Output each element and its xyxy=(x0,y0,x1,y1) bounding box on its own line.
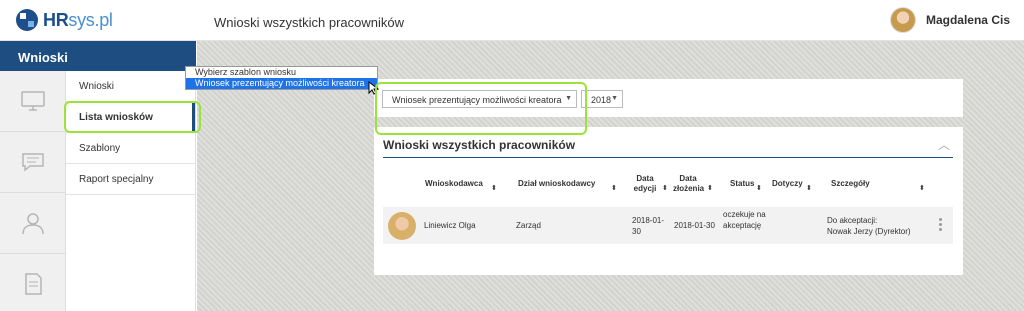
col-edit-date[interactable]: Data edycji xyxy=(632,174,658,194)
col-concerns[interactable]: Dotyczy xyxy=(772,179,803,189)
details-line-1: Do akceptacji: xyxy=(827,216,878,225)
col-created-date[interactable]: Data złożenia xyxy=(673,174,704,194)
sort-icon[interactable]: ⬍ xyxy=(662,184,668,192)
user-menu[interactable]: Magdalena Cis xyxy=(889,7,1010,33)
cell-department: Zarząd xyxy=(516,221,541,230)
card-title: Wnioski wszystkich pracowników xyxy=(383,138,576,152)
col-applicant[interactable]: Wnioskodawca xyxy=(425,179,483,189)
cell-applicant: Liniewicz Olga xyxy=(424,221,476,230)
cell-created-date: 2018-01-30 xyxy=(674,221,715,230)
highlight-box xyxy=(375,82,587,135)
logo-icon xyxy=(16,9,38,31)
col-details[interactable]: Szczegóły xyxy=(831,179,870,189)
chat-icon xyxy=(22,153,44,172)
dropdown-option-selected[interactable]: Wniosek prezentujący możliwości kreatora xyxy=(186,78,377,89)
details-line-2: Nowak Jerzy (Dyrektor) xyxy=(827,227,911,236)
sort-icon[interactable]: ⬍ xyxy=(491,184,497,192)
table-row[interactable]: Liniewicz Olga Zarząd 2018-01-30 2018-01… xyxy=(383,207,953,244)
user-icon xyxy=(22,213,44,235)
year-select[interactable]: 2018 ▼ xyxy=(581,90,623,108)
sort-icon[interactable]: ⬍ xyxy=(707,184,713,192)
top-bar: HRsys.pl Wnioski wszystkich pracowników … xyxy=(0,0,1024,41)
module-chat[interactable] xyxy=(0,132,66,193)
menu-item-szablony[interactable]: Szablony xyxy=(66,133,195,164)
template-dropdown-list: Wybierz szablon wniosku Wniosek prezentu… xyxy=(185,66,378,90)
logo-rest: sys.pl xyxy=(68,9,113,30)
module-title: Wnioski xyxy=(0,41,196,71)
cell-edit-date: 2018-01-30 xyxy=(632,216,665,236)
avatar xyxy=(388,212,416,240)
divider xyxy=(383,157,953,158)
menu-item-raport-specjalny[interactable]: Raport specjalny xyxy=(66,164,195,195)
cell-details: Do akceptacji: Nowak Jerzy (Dyrektor) xyxy=(827,215,911,237)
chevron-up-icon[interactable]: ︿ xyxy=(938,136,950,153)
chevron-down-icon: ▼ xyxy=(611,95,618,102)
col-department[interactable]: Dział wnioskodawcy xyxy=(518,179,595,189)
more-vertical-icon[interactable] xyxy=(939,218,942,233)
monitor-icon xyxy=(21,91,45,111)
module-icon-rail xyxy=(0,71,66,311)
dropdown-option[interactable]: Wybierz szablon wniosku xyxy=(186,67,377,78)
module-monitor[interactable] xyxy=(0,71,66,132)
year-select-value: 2018 xyxy=(591,95,612,105)
col-status[interactable]: Status xyxy=(730,179,754,189)
requests-card: Wnioski wszystkich pracowników ︿ Wniosko… xyxy=(374,127,963,275)
module-user[interactable] xyxy=(0,193,66,254)
sort-icon[interactable]: ⬍ xyxy=(611,184,617,192)
app-logo[interactable]: HRsys.pl xyxy=(16,8,113,32)
logo-bold: HR xyxy=(43,9,69,30)
document-icon xyxy=(25,273,42,295)
user-name[interactable]: Magdalena Cis xyxy=(926,13,1010,27)
sort-icon[interactable]: ⬍ xyxy=(919,184,925,192)
page-title: Wnioski wszystkich pracowników xyxy=(214,15,404,30)
highlight-box xyxy=(64,101,201,133)
module-document[interactable] xyxy=(0,254,66,311)
avatar[interactable] xyxy=(889,7,916,33)
menu-item-wnioski[interactable]: Wnioski xyxy=(66,71,195,102)
cell-status: oczekuje na akceptację xyxy=(723,210,766,230)
sort-icon[interactable]: ⬍ xyxy=(756,184,762,192)
sort-icon[interactable]: ⬍ xyxy=(806,184,812,192)
